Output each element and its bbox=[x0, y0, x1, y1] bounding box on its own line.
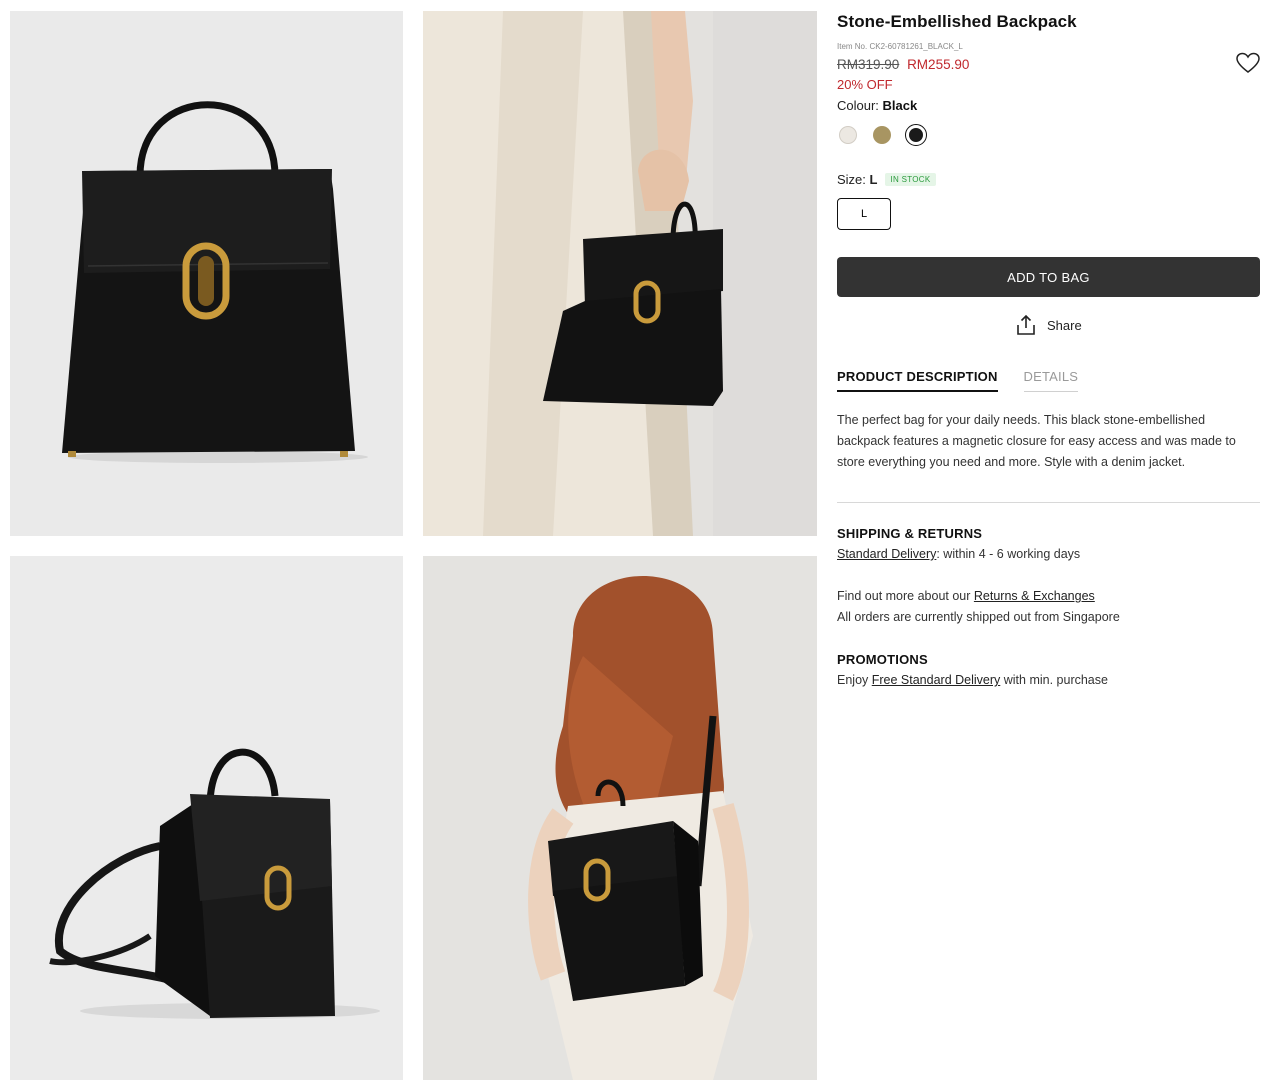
size-option-l[interactable]: L bbox=[837, 198, 891, 230]
returns-exchanges-link[interactable]: Returns & Exchanges bbox=[974, 589, 1095, 603]
selected-colour: Black bbox=[882, 98, 918, 113]
colour-swatch-chalk[interactable] bbox=[837, 124, 859, 146]
tab-product-description[interactable]: PRODUCT DESCRIPTION bbox=[837, 369, 998, 392]
returns-prefix: Find out more about our bbox=[837, 589, 974, 603]
shipping-returns-heading: SHIPPING & RETURNS bbox=[837, 526, 983, 541]
delivery-line: Standard Delivery: within 4 - 6 working … bbox=[837, 547, 1080, 561]
product-image-model-holding[interactable] bbox=[423, 11, 817, 536]
promotions-heading: PROMOTIONS bbox=[837, 652, 928, 667]
colour-swatch-black[interactable] bbox=[905, 124, 927, 146]
shipped-from-text: All orders are currently shipped out fro… bbox=[837, 610, 1120, 624]
product-image-model-wearing[interactable] bbox=[423, 556, 817, 1080]
colour-swatch-khaki[interactable] bbox=[871, 124, 893, 146]
product-description-text: The perfect bag for your daily needs. Th… bbox=[837, 413, 1236, 469]
product-image-front[interactable] bbox=[10, 11, 403, 536]
product-image-angled[interactable] bbox=[10, 556, 403, 1080]
share-label: Share bbox=[1047, 317, 1082, 333]
returns-line: Find out more about our Returns & Exchan… bbox=[837, 589, 1095, 603]
heart-icon[interactable] bbox=[1236, 52, 1260, 74]
share-upload-icon bbox=[1015, 314, 1037, 336]
selected-size: L bbox=[869, 172, 878, 187]
section-divider bbox=[837, 502, 1260, 503]
sale-price: RM255.90 bbox=[907, 57, 970, 72]
product-gallery bbox=[10, 11, 817, 1080]
share-button[interactable]: Share bbox=[1015, 314, 1082, 336]
discount-label: 20% OFF bbox=[837, 77, 893, 92]
price-row: RM319.90 RM255.90 bbox=[837, 56, 969, 74]
add-to-bag-button[interactable]: ADD TO BAG bbox=[837, 257, 1260, 297]
product-tabs: PRODUCT DESCRIPTION DETAILS bbox=[837, 369, 1079, 392]
colour-label: Colour: Black bbox=[837, 98, 917, 113]
promotion-prefix: Enjoy bbox=[837, 673, 872, 687]
tab-details[interactable]: DETAILS bbox=[1023, 369, 1079, 392]
colour-swatches bbox=[837, 124, 927, 146]
product-title: Stone-Embellished Backpack bbox=[837, 12, 1077, 31]
promotion-suffix: with min. purchase bbox=[1000, 673, 1108, 687]
size-row: Size: L IN STOCK bbox=[837, 172, 936, 187]
colour-label-text: Colour: bbox=[837, 98, 879, 113]
original-price: RM319.90 bbox=[837, 57, 900, 72]
promotion-line: Enjoy Free Standard Delivery with min. p… bbox=[837, 673, 1108, 687]
standard-delivery-link[interactable]: Standard Delivery bbox=[837, 547, 936, 561]
delivery-time: : within 4 - 6 working days bbox=[936, 547, 1081, 561]
product-info-panel: Stone-Embellished Backpack Item No. CK2-… bbox=[837, 11, 1260, 687]
size-label: Size: L bbox=[837, 172, 878, 187]
item-number: Item No. CK2-60781261_BLACK_L bbox=[837, 42, 963, 51]
stock-badge: IN STOCK bbox=[885, 173, 936, 186]
free-standard-delivery-link[interactable]: Free Standard Delivery bbox=[872, 673, 1001, 687]
